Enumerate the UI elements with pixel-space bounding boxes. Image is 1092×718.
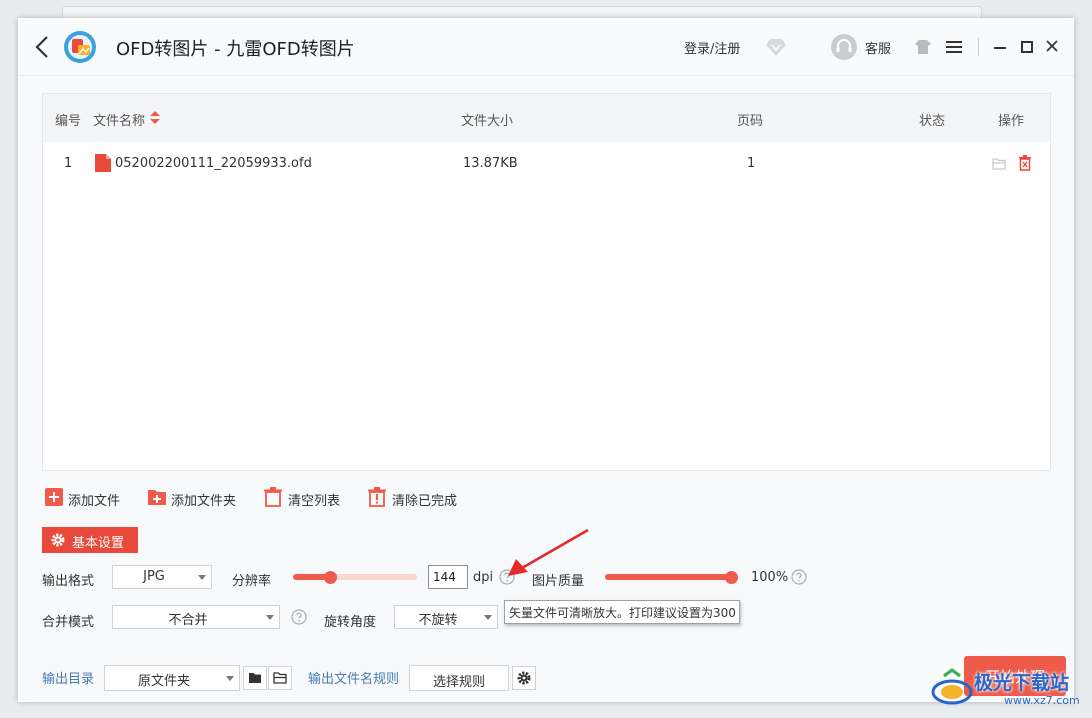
- column-actions: 操作: [998, 114, 1025, 129]
- column-pages: 页码: [737, 114, 764, 129]
- open-folder-icon[interactable]: [992, 157, 1006, 170]
- output-format-value: JPG: [143, 569, 165, 584]
- column-index: 编号: [55, 114, 82, 129]
- titlebar-divider: [978, 38, 979, 56]
- row-index: 1: [64, 156, 73, 171]
- chevron-down-icon: [198, 575, 206, 580]
- merge-mode-select[interactable]: 不合并: [112, 605, 280, 629]
- maximize-icon[interactable]: [1020, 40, 1034, 54]
- output-format-select[interactable]: JPG: [112, 565, 212, 589]
- watermark-logo-icon: [931, 668, 973, 705]
- output-dir-select[interactable]: 原文件夹: [104, 665, 240, 691]
- filename-rule-label: 输出文件名规则: [308, 672, 400, 687]
- clear-completed-button[interactable]: 清除已完成: [367, 487, 457, 509]
- merge-mode-label: 合并模式: [42, 615, 95, 630]
- add-folder-label: 添加文件夹: [171, 494, 237, 509]
- resolution-slider[interactable]: [293, 570, 417, 584]
- output-dir-label: 输出目录: [42, 672, 95, 687]
- clear-completed-label: 清除已完成: [392, 494, 458, 509]
- back-icon[interactable]: [34, 35, 50, 59]
- watermark-text: 极光下载站: [974, 672, 1070, 694]
- ofd-file-icon: [95, 154, 111, 172]
- row-pages: 1: [747, 156, 756, 171]
- gear-icon: [51, 533, 65, 547]
- customer-service-icon[interactable]: [830, 33, 858, 61]
- row-file-size: 13.87KB: [463, 156, 518, 171]
- basic-settings-label: 基本设置: [72, 536, 125, 551]
- file-table: 编号 文件名称 文件大小 页码 状态 操作 1 052002200111_220…: [42, 93, 1051, 471]
- rule-settings-button[interactable]: [512, 666, 536, 690]
- chevron-down-icon: [226, 676, 234, 681]
- quality-slider-fill: [605, 574, 731, 580]
- column-file-name[interactable]: 文件名称: [93, 110, 145, 129]
- quality-help-icon[interactable]: [791, 569, 807, 585]
- add-file-button[interactable]: 添加文件: [44, 487, 124, 509]
- output-dir-value: 原文件夹: [137, 674, 190, 689]
- clear-completed-icon: [368, 487, 386, 507]
- sort-icon[interactable]: [150, 111, 160, 125]
- watermark-url: www.xz7.com: [1004, 694, 1080, 707]
- rotate-value: 不旋转: [418, 613, 458, 628]
- merge-mode-value: 不合并: [168, 613, 208, 628]
- browse-folder-button[interactable]: [243, 666, 267, 690]
- chevron-down-icon: [484, 615, 492, 620]
- table-row[interactable]: 1 052002200111_22059933.ofd 13.87KB 1: [43, 142, 1050, 186]
- title-bar: OFD转图片 - 九雷OFD转图片 登录/注册 客服: [18, 18, 1074, 76]
- choose-rule-label: 选择规则: [432, 675, 485, 690]
- app-title: OFD转图片 - 九雷OFD转图片: [116, 39, 355, 60]
- column-status: 状态: [919, 114, 946, 129]
- app-logo-icon: [64, 31, 96, 63]
- vip-diamond-icon[interactable]: [765, 37, 787, 57]
- clear-list-label: 清空列表: [288, 494, 341, 509]
- minimize-icon[interactable]: [993, 39, 1007, 55]
- quality-slider-handle[interactable]: [724, 570, 738, 584]
- column-file-size: 文件大小: [461, 114, 514, 129]
- resolution-label: 分辨率: [232, 574, 272, 589]
- basic-settings-tab[interactable]: 基本设置: [42, 527, 138, 553]
- site-watermark: 极光下载站 www.xz7.com: [930, 664, 1080, 710]
- delete-icon[interactable]: [1018, 155, 1032, 171]
- annotation-arrow-icon: [508, 528, 589, 576]
- add-folder-button[interactable]: 添加文件夹: [147, 487, 243, 509]
- output-format-label: 输出格式: [42, 574, 95, 589]
- add-file-icon: [45, 488, 63, 506]
- choose-rule-button[interactable]: 选择规则: [409, 665, 509, 691]
- folder-icon: [249, 673, 261, 683]
- table-header: 编号 文件名称 文件大小 页码 状态 操作: [43, 94, 1050, 142]
- clear-list-button[interactable]: 清空列表: [263, 487, 343, 509]
- resolution-tooltip: 矢量文件可清晰放大。打印建议设置为300: [504, 600, 740, 624]
- rotate-select[interactable]: 不旋转: [394, 605, 498, 629]
- customer-service-label[interactable]: 客服: [865, 38, 891, 57]
- app-window: OFD转图片 - 九雷OFD转图片 登录/注册 客服 编号 文件名称 文件大小 …: [18, 18, 1074, 702]
- trash-icon: [264, 487, 282, 507]
- quality-value: 100%: [751, 570, 789, 585]
- menu-icon[interactable]: [945, 39, 963, 55]
- open-folder-icon: [273, 672, 287, 684]
- row-file-name: 052002200111_22059933.ofd: [115, 156, 312, 171]
- login-register-link[interactable]: 登录/注册: [684, 38, 740, 57]
- close-icon[interactable]: [1045, 39, 1059, 53]
- open-output-folder-button[interactable]: [268, 666, 292, 690]
- gear-icon: [517, 671, 531, 685]
- merge-help-icon[interactable]: [291, 609, 307, 625]
- quality-slider[interactable]: [605, 570, 738, 584]
- resolution-input[interactable]: 144: [428, 565, 468, 589]
- add-file-label: 添加文件: [68, 494, 121, 509]
- skin-shirt-icon[interactable]: [914, 38, 932, 56]
- resolution-unit: dpi: [473, 570, 494, 585]
- chevron-down-icon: [266, 615, 274, 620]
- add-folder-icon: [148, 490, 166, 505]
- resolution-slider-handle[interactable]: [323, 570, 337, 584]
- rotate-label: 旋转角度: [324, 615, 377, 630]
